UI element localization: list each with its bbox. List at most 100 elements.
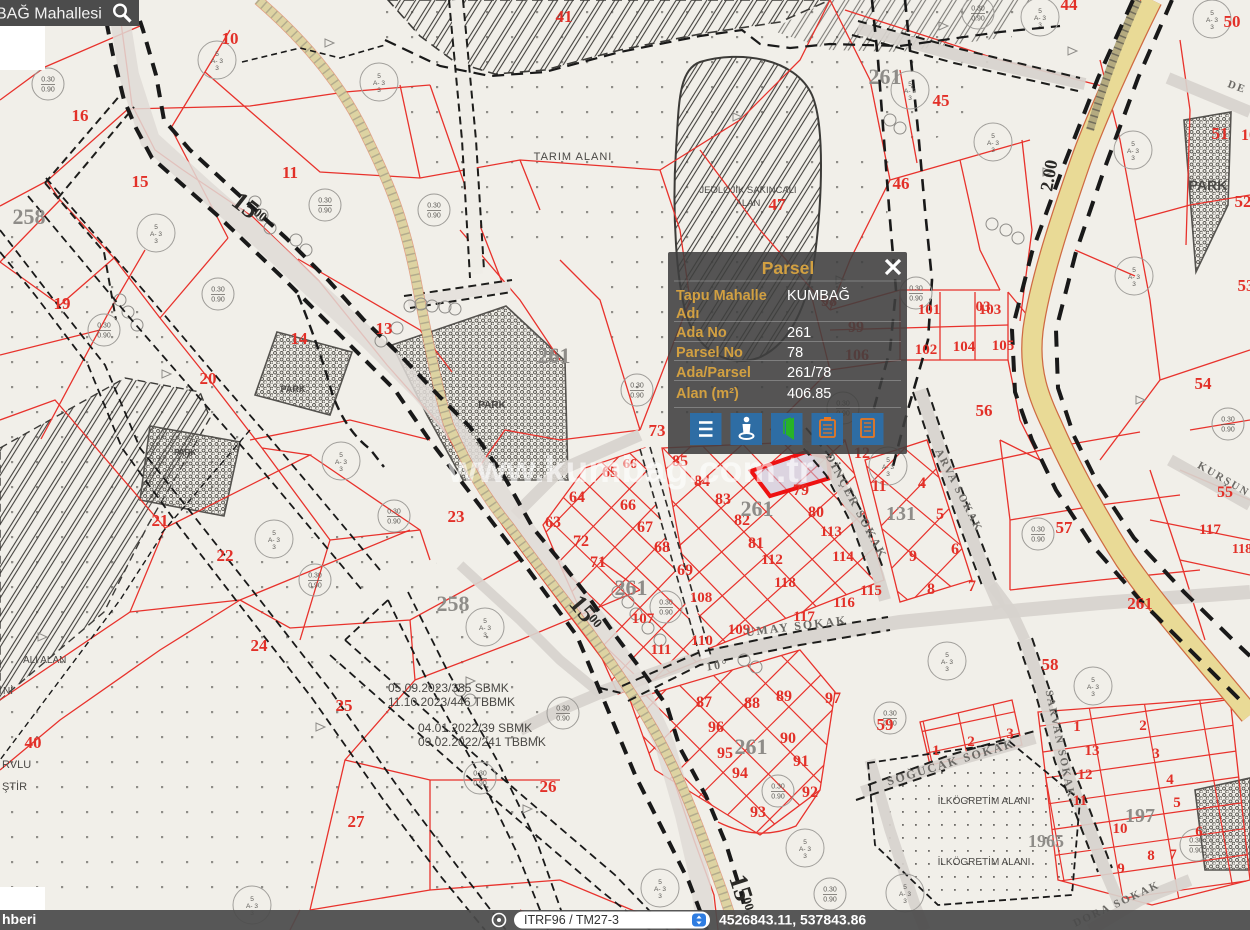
svg-text:261/78: 261/78 <box>787 365 831 381</box>
svg-text:59: 59 <box>877 715 894 734</box>
svg-text:261: 261 <box>869 64 902 89</box>
svg-text:0.90: 0.90 <box>1221 427 1235 434</box>
svg-text:JEOLOJİK SAKINCALI: JEOLOJİK SAKINCALI <box>699 185 796 196</box>
svg-text:101: 101 <box>918 302 941 318</box>
svg-text:114: 114 <box>832 549 854 565</box>
svg-text:ALAN: ALAN <box>736 198 761 209</box>
svg-text:0.30: 0.30 <box>211 287 225 294</box>
svg-text:15: 15 <box>132 172 149 191</box>
svg-text:05.09.2023/385 SBMK: 05.09.2023/385 SBMK <box>388 681 509 695</box>
svg-text:10: 10 <box>222 29 239 48</box>
svg-text:0.30: 0.30 <box>387 509 401 516</box>
svg-text:5: 5 <box>991 133 995 140</box>
svg-text:261: 261 <box>787 325 811 341</box>
svg-text:0.90: 0.90 <box>971 16 985 23</box>
svg-text:3: 3 <box>903 898 907 905</box>
svg-text:0.30: 0.30 <box>97 323 111 330</box>
svg-text:5: 5 <box>215 51 219 58</box>
svg-text:5: 5 <box>250 896 254 903</box>
svg-text:19: 19 <box>54 294 71 313</box>
svg-text:7: 7 <box>968 578 976 595</box>
svg-text:92: 92 <box>802 784 818 801</box>
svg-text:A- 3: A- 3 <box>335 459 347 466</box>
svg-text:3: 3 <box>154 238 158 245</box>
svg-text:5: 5 <box>1210 10 1214 17</box>
svg-text:47: 47 <box>769 195 787 214</box>
svg-text:44: 44 <box>1061 0 1079 14</box>
svg-text:A- 3: A- 3 <box>799 846 811 853</box>
svg-text:0.30: 0.30 <box>909 286 923 293</box>
svg-text:20: 20 <box>200 369 217 388</box>
svg-text:111: 111 <box>651 642 672 658</box>
svg-text:İLKÖGRETİM ALANI: İLKÖGRETİM ALANI <box>938 794 1031 807</box>
svg-text:94: 94 <box>732 765 748 782</box>
svg-text:3: 3 <box>658 893 662 900</box>
svg-text:0.90: 0.90 <box>211 297 225 304</box>
svg-text:A- 3: A- 3 <box>882 464 894 471</box>
svg-text:1965: 1965 <box>1028 831 1064 851</box>
svg-text:68: 68 <box>654 539 670 556</box>
svg-text:24: 24 <box>251 636 269 655</box>
svg-text:A- 3: A- 3 <box>987 140 999 147</box>
svg-text:63: 63 <box>545 514 561 531</box>
svg-text:A- 3: A- 3 <box>1087 684 1099 691</box>
svg-text:3: 3 <box>1132 281 1136 288</box>
svg-text:8: 8 <box>1147 848 1155 864</box>
svg-text:0.30: 0.30 <box>473 771 487 778</box>
svg-text:0.30: 0.30 <box>971 6 985 13</box>
svg-text:261: 261 <box>615 575 648 600</box>
svg-text:112: 112 <box>761 552 783 568</box>
svg-text:Ada/Parsel: Ada/Parsel <box>676 365 751 381</box>
svg-text:0.90: 0.90 <box>659 610 673 617</box>
svg-text:A- 3: A- 3 <box>150 231 162 238</box>
svg-text:117: 117 <box>1199 522 1221 538</box>
svg-text:116: 116 <box>833 595 855 611</box>
svg-text:PARK: PARK <box>478 400 506 411</box>
svg-text:A- 3: A- 3 <box>479 625 491 632</box>
svg-text:5: 5 <box>154 224 158 231</box>
svg-text:hberi: hberi <box>2 911 36 927</box>
svg-text:14: 14 <box>291 329 309 348</box>
svg-text:0.90: 0.90 <box>823 897 837 904</box>
svg-text:A- 3: A- 3 <box>268 537 280 544</box>
svg-text:66: 66 <box>620 497 636 514</box>
svg-text:RVLU: RVLU <box>2 759 31 771</box>
svg-text:0.30: 0.30 <box>630 383 644 390</box>
svg-text:5: 5 <box>658 879 662 886</box>
svg-text:4: 4 <box>1166 772 1174 788</box>
svg-text:406.85: 406.85 <box>787 386 831 402</box>
svg-text:3: 3 <box>991 147 995 154</box>
svg-text:Tapu Mahalle: Tapu Mahalle <box>676 288 767 304</box>
svg-text:5: 5 <box>1173 795 1181 811</box>
svg-text:73: 73 <box>649 421 666 440</box>
svg-text:118: 118 <box>1232 542 1250 557</box>
svg-text:3: 3 <box>803 853 807 860</box>
svg-text:22: 22 <box>217 546 234 565</box>
svg-text:261: 261 <box>735 734 768 759</box>
svg-text:BAĞ Mahallesi: BAĞ Mahallesi <box>0 4 102 23</box>
svg-text:78: 78 <box>787 345 803 361</box>
svg-text:Parsel: Parsel <box>762 258 815 278</box>
svg-text:3: 3 <box>215 65 219 72</box>
svg-text:3: 3 <box>272 544 276 551</box>
svg-text:58: 58 <box>1042 655 1059 674</box>
svg-text:3: 3 <box>339 466 343 473</box>
svg-text:5: 5 <box>908 81 912 88</box>
svg-text:91: 91 <box>793 753 809 770</box>
svg-text:0.90: 0.90 <box>1031 537 1045 544</box>
svg-text:TARIM ALANI: TARIM ALANI <box>534 151 613 163</box>
svg-text:5: 5 <box>1131 141 1135 148</box>
svg-text:5: 5 <box>903 884 907 891</box>
svg-text:8: 8 <box>927 581 935 598</box>
svg-text:27: 27 <box>348 812 366 831</box>
svg-text:5: 5 <box>886 457 890 464</box>
svg-text:80: 80 <box>808 504 824 521</box>
svg-text:71: 71 <box>590 554 606 571</box>
svg-text:105: 105 <box>992 338 1015 354</box>
svg-text:04.01.2022/39 SBMK: 04.01.2022/39 SBMK <box>418 721 532 735</box>
svg-text:108: 108 <box>690 590 713 606</box>
svg-text:54: 54 <box>1195 374 1213 393</box>
svg-text:ITRF96 / TM27-3: ITRF96 / TM27-3 <box>524 913 619 927</box>
svg-text:90: 90 <box>780 730 796 747</box>
svg-text:11.10.2023/446 TBBMK: 11.10.2023/446 TBBMK <box>388 695 515 709</box>
